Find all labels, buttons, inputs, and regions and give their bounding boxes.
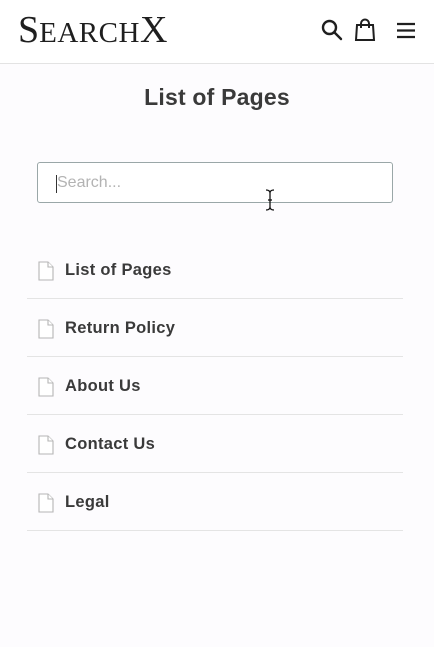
list-item[interactable]: List of Pages (27, 241, 403, 299)
list-item[interactable]: About Us (27, 357, 403, 415)
page-title: List of Pages (144, 84, 290, 110)
list-item[interactable]: Return Policy (27, 299, 403, 357)
document-icon (38, 261, 54, 281)
list-item[interactable]: Legal (27, 473, 403, 531)
page-link[interactable]: Legal (65, 493, 110, 512)
document-icon (38, 435, 54, 455)
page-link[interactable]: About Us (65, 377, 141, 396)
search-input[interactable] (38, 163, 392, 202)
hamburger-menu-icon[interactable] (394, 18, 418, 42)
text-caret (56, 175, 57, 193)
page-link[interactable]: List of Pages (65, 261, 172, 280)
search-icon[interactable] (320, 18, 344, 42)
shopping-bag-icon[interactable] (353, 18, 377, 42)
page-link[interactable]: Return Policy (65, 319, 175, 338)
text-cursor-icon (264, 189, 276, 211)
document-icon (38, 493, 54, 513)
site-header: SEARCHX (0, 0, 434, 64)
page-link[interactable]: Contact Us (65, 435, 155, 454)
page-list: List of Pages Return Policy About Us Con… (27, 241, 403, 531)
list-item[interactable]: Contact Us (27, 415, 403, 473)
search-field[interactable] (37, 162, 393, 203)
document-icon (38, 319, 54, 339)
site-logo[interactable]: SEARCHX (18, 10, 167, 53)
document-icon (38, 377, 54, 397)
